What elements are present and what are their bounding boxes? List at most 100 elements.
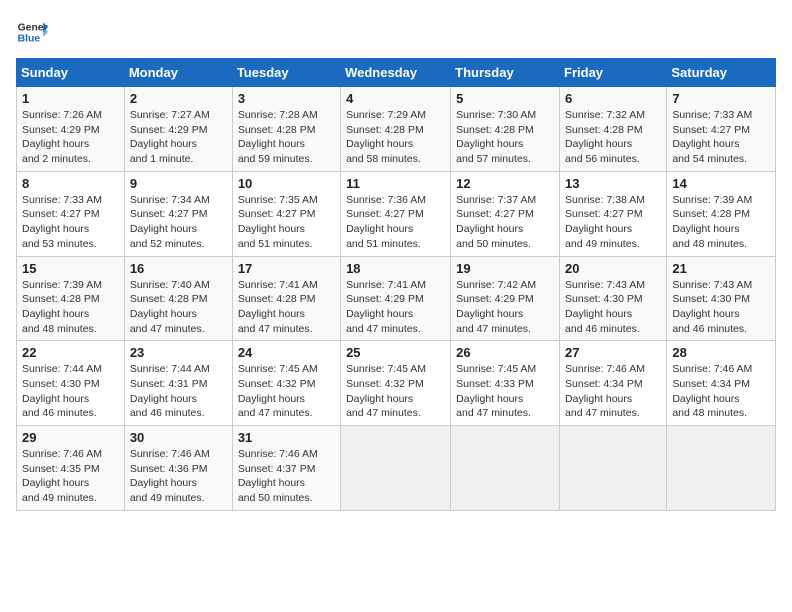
day-number: 28 [672,345,770,360]
column-header-monday: Monday [124,59,232,87]
day-info: Sunrise: 7:39 AMSunset: 4:28 PMDaylight … [22,278,119,337]
column-header-wednesday: Wednesday [341,59,451,87]
day-info: Sunrise: 7:41 AMSunset: 4:28 PMDaylight … [238,278,335,337]
day-info: Sunrise: 7:46 AMSunset: 4:34 PMDaylight … [672,362,770,421]
calendar-cell: 22 Sunrise: 7:44 AMSunset: 4:30 PMDayligh… [17,341,125,426]
week-row-4: 22 Sunrise: 7:44 AMSunset: 4:30 PMDayligh… [17,341,776,426]
day-info: Sunrise: 7:33 AMSunset: 4:27 PMDaylight … [22,193,119,252]
day-number: 21 [672,261,770,276]
day-number: 1 [22,91,119,106]
week-row-1: 1 Sunrise: 7:26 AMSunset: 4:29 PMDaylight… [17,87,776,172]
day-number: 7 [672,91,770,106]
calendar-cell [451,426,560,511]
calendar-cell: 14 Sunrise: 7:39 AMSunset: 4:28 PMDayligh… [667,171,776,256]
calendar-cell: 27Sunrise: 7:46 AMSunset: 4:34 PMDayligh… [560,341,667,426]
calendar-cell: 12Sunrise: 7:37 AMSunset: 4:27 PMDayligh… [451,171,560,256]
day-info: Sunrise: 7:44 AMSunset: 4:30 PMDaylight … [22,362,119,421]
day-info: Sunrise: 7:37 AMSunset: 4:27 PMDaylight … [456,193,554,252]
calendar-cell: 4Sunrise: 7:29 AMSunset: 4:28 PMDaylight… [341,87,451,172]
day-info: Sunrise: 7:46 AMSunset: 4:35 PMDaylight … [22,447,119,506]
logo-icon: General Blue [16,16,48,48]
calendar-cell: 1 Sunrise: 7:26 AMSunset: 4:29 PMDaylight… [17,87,125,172]
day-number: 16 [130,261,227,276]
week-row-5: 29 Sunrise: 7:46 AMSunset: 4:35 PMDayligh… [17,426,776,511]
calendar-cell: 24 Sunrise: 7:45 AMSunset: 4:32 PMDayligh… [232,341,340,426]
day-info: Sunrise: 7:33 AMSunset: 4:27 PMDaylight … [672,108,770,167]
day-number: 6 [565,91,661,106]
calendar-table: SundayMondayTuesdayWednesdayThursdayFrid… [16,58,776,511]
calendar-cell: 13 Sunrise: 7:38 AMSunset: 4:27 PMDayligh… [560,171,667,256]
calendar-cell: 6Sunrise: 7:32 AMSunset: 4:28 PMDaylight… [560,87,667,172]
day-number: 26 [456,345,554,360]
day-number: 2 [130,91,227,106]
day-number: 23 [130,345,227,360]
day-number: 14 [672,176,770,191]
calendar-cell: 26Sunrise: 7:45 AMSunset: 4:33 PMDayligh… [451,341,560,426]
day-info: Sunrise: 7:43 AMSunset: 4:30 PMDaylight … [672,278,770,337]
day-info: Sunrise: 7:45 AMSunset: 4:32 PMDaylight … [346,362,445,421]
calendar-cell: 11 Sunrise: 7:36 AMSunset: 4:27 PMDayligh… [341,171,451,256]
week-row-3: 15 Sunrise: 7:39 AMSunset: 4:28 PMDayligh… [17,256,776,341]
calendar-cell: 21 Sunrise: 7:43 AMSunset: 4:30 PMDayligh… [667,256,776,341]
day-number: 27 [565,345,661,360]
column-header-tuesday: Tuesday [232,59,340,87]
calendar-cell: 7 Sunrise: 7:33 AMSunset: 4:27 PMDaylight… [667,87,776,172]
week-row-2: 8 Sunrise: 7:33 AMSunset: 4:27 PMDaylight… [17,171,776,256]
calendar-cell: 9 Sunrise: 7:34 AMSunset: 4:27 PMDaylight… [124,171,232,256]
calendar-cell: 2Sunrise: 7:27 AMSunset: 4:29 PMDaylight… [124,87,232,172]
calendar-cell: 17 Sunrise: 7:41 AMSunset: 4:28 PMDayligh… [232,256,340,341]
header-row: SundayMondayTuesdayWednesdayThursdayFrid… [17,59,776,87]
calendar-cell: 16Sunrise: 7:40 AMSunset: 4:28 PMDayligh… [124,256,232,341]
calendar-cell: 18Sunrise: 7:41 AMSunset: 4:29 PMDayligh… [341,256,451,341]
day-number: 11 [346,176,445,191]
day-number: 29 [22,430,119,445]
column-header-saturday: Saturday [667,59,776,87]
day-number: 8 [22,176,119,191]
day-number: 5 [456,91,554,106]
page-header: General Blue [16,16,776,48]
svg-text:Blue: Blue [18,34,41,45]
day-info: Sunrise: 7:29 AMSunset: 4:28 PMDaylight … [346,108,445,167]
calendar-cell: 15 Sunrise: 7:39 AMSunset: 4:28 PMDayligh… [17,256,125,341]
day-info: Sunrise: 7:46 AMSunset: 4:36 PMDaylight … [130,447,227,506]
day-number: 19 [456,261,554,276]
day-info: Sunrise: 7:44 AMSunset: 4:31 PMDaylight … [130,362,227,421]
calendar-cell: 10 Sunrise: 7:35 AMSunset: 4:27 PMDayligh… [232,171,340,256]
day-number: 20 [565,261,661,276]
calendar-cell [667,426,776,511]
day-number: 30 [130,430,227,445]
day-number: 24 [238,345,335,360]
day-info: Sunrise: 7:28 AMSunset: 4:28 PMDaylight … [238,108,335,167]
day-info: Sunrise: 7:45 AMSunset: 4:32 PMDaylight … [238,362,335,421]
day-info: Sunrise: 7:46 AMSunset: 4:37 PMDaylight … [238,447,335,506]
day-info: Sunrise: 7:42 AMSunset: 4:29 PMDaylight … [456,278,554,337]
day-info: Sunrise: 7:38 AMSunset: 4:27 PMDaylight … [565,193,661,252]
calendar-cell: 3 Sunrise: 7:28 AMSunset: 4:28 PMDaylight… [232,87,340,172]
column-header-thursday: Thursday [451,59,560,87]
calendar-cell: 20 Sunrise: 7:43 AMSunset: 4:30 PMDayligh… [560,256,667,341]
logo: General Blue [16,16,48,48]
calendar-cell: 8 Sunrise: 7:33 AMSunset: 4:27 PMDaylight… [17,171,125,256]
day-number: 17 [238,261,335,276]
calendar-cell: 28 Sunrise: 7:46 AMSunset: 4:34 PMDayligh… [667,341,776,426]
calendar-cell [560,426,667,511]
day-number: 13 [565,176,661,191]
day-number: 10 [238,176,335,191]
day-number: 25 [346,345,445,360]
day-info: Sunrise: 7:39 AMSunset: 4:28 PMDaylight … [672,193,770,252]
day-info: Sunrise: 7:34 AMSunset: 4:27 PMDaylight … [130,193,227,252]
day-number: 22 [22,345,119,360]
calendar-cell: 25 Sunrise: 7:45 AMSunset: 4:32 PMDayligh… [341,341,451,426]
day-info: Sunrise: 7:26 AMSunset: 4:29 PMDaylight … [22,108,119,167]
day-info: Sunrise: 7:36 AMSunset: 4:27 PMDaylight … [346,193,445,252]
day-number: 9 [130,176,227,191]
calendar-cell: 30 Sunrise: 7:46 AMSunset: 4:36 PMDayligh… [124,426,232,511]
day-number: 3 [238,91,335,106]
calendar-cell: 5Sunrise: 7:30 AMSunset: 4:28 PMDaylight… [451,87,560,172]
day-number: 31 [238,430,335,445]
calendar-cell: 19 Sunrise: 7:42 AMSunset: 4:29 PMDayligh… [451,256,560,341]
day-info: Sunrise: 7:35 AMSunset: 4:27 PMDaylight … [238,193,335,252]
day-info: Sunrise: 7:43 AMSunset: 4:30 PMDaylight … [565,278,661,337]
day-number: 15 [22,261,119,276]
calendar-cell: 23 Sunrise: 7:44 AMSunset: 4:31 PMDayligh… [124,341,232,426]
